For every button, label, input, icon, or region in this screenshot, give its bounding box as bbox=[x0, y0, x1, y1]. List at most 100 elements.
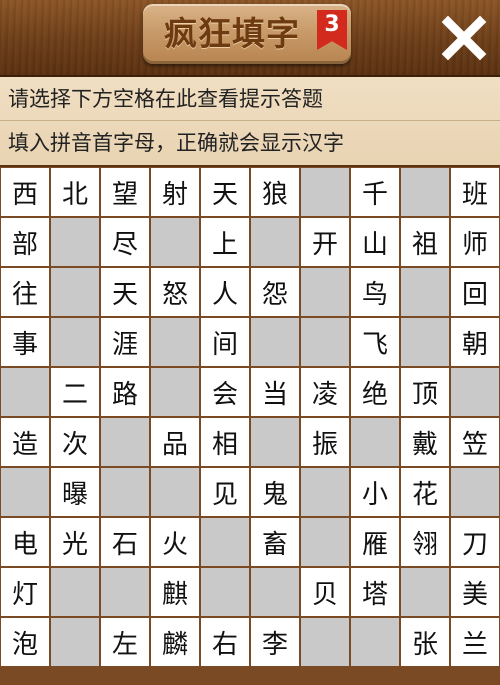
grid-cell[interactable]: 灯 bbox=[1, 568, 49, 616]
grid-cell[interactable]: 射 bbox=[151, 168, 199, 216]
grid-cell[interactable]: 祖 bbox=[401, 218, 449, 266]
grid-cell[interactable]: 狼 bbox=[251, 168, 299, 216]
grid-cell[interactable]: 朝 bbox=[451, 318, 499, 366]
grid-cell[interactable]: 美 bbox=[451, 568, 499, 616]
grid-cell[interactable]: 班 bbox=[451, 168, 499, 216]
grid-cell[interactable]: 顶 bbox=[401, 368, 449, 416]
grid-cell[interactable]: 部 bbox=[1, 218, 49, 266]
grid-cell[interactable]: 天 bbox=[101, 268, 149, 316]
header-bar: 疯狂填字 3 bbox=[0, 0, 500, 77]
grid-cell[interactable]: 泡 bbox=[1, 618, 49, 666]
grid-cell[interactable]: 小 bbox=[351, 468, 399, 516]
grid-cell[interactable]: 凌 bbox=[301, 368, 349, 416]
grid-cell[interactable]: 振 bbox=[301, 418, 349, 466]
grid-cell[interactable]: 右 bbox=[201, 618, 249, 666]
hint-line-2: 填入拼音首字母，正确就会显示汉字 bbox=[8, 131, 344, 155]
close-button[interactable] bbox=[438, 12, 490, 64]
grid-cell[interactable]: 塔 bbox=[351, 568, 399, 616]
grid-cell[interactable]: 见 bbox=[201, 468, 249, 516]
grid-cell[interactable]: 会 bbox=[201, 368, 249, 416]
grid-cell[interactable]: 事 bbox=[1, 318, 49, 366]
grid-cell[interactable]: 麟 bbox=[151, 618, 199, 666]
grid-cell[interactable]: 师 bbox=[451, 218, 499, 266]
grid-cell[interactable]: 人 bbox=[201, 268, 249, 316]
grid-cell[interactable]: 鸟 bbox=[351, 268, 399, 316]
grid-blank-cell bbox=[51, 618, 99, 666]
grid-cell[interactable]: 绝 bbox=[351, 368, 399, 416]
grid-blank-cell bbox=[451, 468, 499, 516]
grid-cell[interactable]: 千 bbox=[351, 168, 399, 216]
grid-cell[interactable]: 品 bbox=[151, 418, 199, 466]
grid-cell[interactable]: 涯 bbox=[101, 318, 149, 366]
grid-cell[interactable]: 路 bbox=[101, 368, 149, 416]
grid-cell[interactable]: 李 bbox=[251, 618, 299, 666]
grid-cell[interactable]: 西 bbox=[1, 168, 49, 216]
grid-blank-cell bbox=[401, 268, 449, 316]
grid-cell[interactable]: 北 bbox=[51, 168, 99, 216]
grid-blank-cell bbox=[51, 218, 99, 266]
grid-blank-cell bbox=[151, 468, 199, 516]
grid-cell[interactable]: 麒 bbox=[151, 568, 199, 616]
grid-blank-cell bbox=[401, 168, 449, 216]
grid-blank-cell bbox=[151, 318, 199, 366]
grid-blank-cell bbox=[1, 468, 49, 516]
grid-cell[interactable]: 鬼 bbox=[251, 468, 299, 516]
grid-cell[interactable]: 畜 bbox=[251, 518, 299, 566]
grid-blank-cell bbox=[301, 618, 349, 666]
grid-cell[interactable]: 翎 bbox=[401, 518, 449, 566]
grid-cell[interactable]: 回 bbox=[451, 268, 499, 316]
grid-blank-cell bbox=[451, 368, 499, 416]
grid-blank-cell bbox=[351, 418, 399, 466]
grid-cell[interactable]: 当 bbox=[251, 368, 299, 416]
grid-blank-cell bbox=[301, 518, 349, 566]
grid-blank-cell bbox=[301, 318, 349, 366]
grid-cell[interactable]: 贝 bbox=[301, 568, 349, 616]
grid-cell[interactable]: 石 bbox=[101, 518, 149, 566]
grid-cell[interactable]: 左 bbox=[101, 618, 149, 666]
grid-cell[interactable]: 兰 bbox=[451, 618, 499, 666]
grid-blank-cell bbox=[51, 268, 99, 316]
grid-cell[interactable]: 电 bbox=[1, 518, 49, 566]
grid-blank-cell bbox=[251, 318, 299, 366]
grid-blank-cell bbox=[301, 168, 349, 216]
grid-cell[interactable]: 怨 bbox=[251, 268, 299, 316]
grid-cell[interactable]: 笠 bbox=[451, 418, 499, 466]
grid-blank-cell bbox=[51, 318, 99, 366]
grid-blank-cell bbox=[101, 418, 149, 466]
grid-cell[interactable]: 间 bbox=[201, 318, 249, 366]
grid-cell[interactable]: 往 bbox=[1, 268, 49, 316]
grid-cell[interactable]: 次 bbox=[51, 418, 99, 466]
grid-cell[interactable]: 花 bbox=[401, 468, 449, 516]
grid-blank-cell bbox=[151, 368, 199, 416]
grid-blank-cell bbox=[401, 318, 449, 366]
grid-cell[interactable]: 怒 bbox=[151, 268, 199, 316]
grid-cell[interactable]: 张 bbox=[401, 618, 449, 666]
grid-cell[interactable]: 尽 bbox=[101, 218, 149, 266]
crossword-board: 西北望射天狼千班部尽上开山祖师往天怒人怨鸟回事涯间飞朝二路会当凌绝顶造次品相振戴… bbox=[0, 165, 500, 685]
grid-blank-cell bbox=[251, 218, 299, 266]
grid-cell[interactable]: 相 bbox=[201, 418, 249, 466]
grid-cell[interactable]: 火 bbox=[151, 518, 199, 566]
grid-blank-cell bbox=[351, 618, 399, 666]
grid-blank-cell bbox=[301, 268, 349, 316]
grid-cell[interactable]: 二 bbox=[51, 368, 99, 416]
grid-cell[interactable]: 戴 bbox=[401, 418, 449, 466]
game-title: 疯狂填字 bbox=[164, 14, 300, 53]
grid-blank-cell bbox=[101, 568, 149, 616]
grid-cell[interactable]: 天 bbox=[201, 168, 249, 216]
grid-cell[interactable]: 开 bbox=[301, 218, 349, 266]
grid-blank-cell bbox=[101, 468, 149, 516]
grid-blank-cell bbox=[251, 418, 299, 466]
grid-cell[interactable]: 曝 bbox=[51, 468, 99, 516]
grid-cell[interactable]: 光 bbox=[51, 518, 99, 566]
grid-cell[interactable]: 雁 bbox=[351, 518, 399, 566]
grid-cell[interactable]: 山 bbox=[351, 218, 399, 266]
level-badge: 3 bbox=[317, 10, 347, 50]
close-icon bbox=[441, 15, 487, 61]
grid-cell[interactable]: 飞 bbox=[351, 318, 399, 366]
grid-cell[interactable]: 望 bbox=[101, 168, 149, 216]
grid-cell[interactable]: 上 bbox=[201, 218, 249, 266]
grid-blank-cell bbox=[1, 368, 49, 416]
grid-cell[interactable]: 刀 bbox=[451, 518, 499, 566]
grid-cell[interactable]: 造 bbox=[1, 418, 49, 466]
